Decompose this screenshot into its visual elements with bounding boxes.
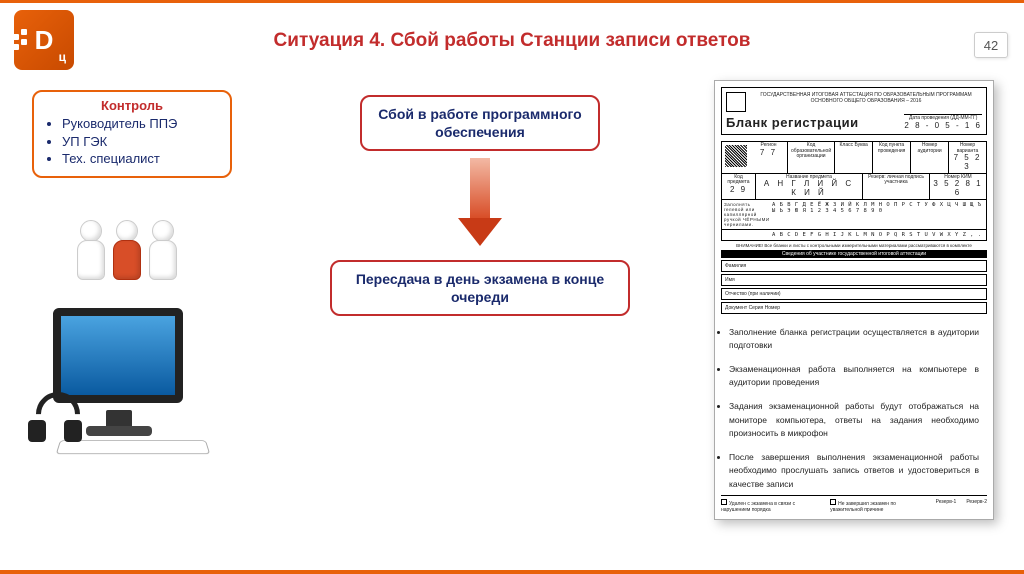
retake-box: Пересдача в день экзамена в конце очеред… bbox=[330, 260, 630, 316]
control-item: УП ГЭК bbox=[62, 133, 220, 151]
form-field: Имя bbox=[721, 274, 987, 286]
form-bullet: После завершения выполнения экзаменацион… bbox=[729, 451, 979, 492]
form-bullet: Задания экзаменационной работы будут ото… bbox=[729, 400, 979, 441]
control-list: Руководитель ППЭ УП ГЭК Тех. специалист bbox=[44, 115, 220, 168]
form-date-value: 2 8 - 0 5 - 1 6 bbox=[904, 121, 982, 130]
failure-box: Сбой в работе программного обеспечения bbox=[360, 95, 600, 151]
computer-illustration bbox=[28, 300, 213, 460]
slide-title: Ситуация 4. Сбой работы Станции записи о… bbox=[0, 30, 1024, 52]
control-title: Контроль bbox=[44, 98, 220, 113]
form-section: Сведения об участнике государственной ит… bbox=[721, 250, 987, 258]
form-marker-icon bbox=[726, 92, 746, 112]
form-row: Регион7 7 Код образовательной организаци… bbox=[721, 141, 987, 174]
bottom-border bbox=[0, 570, 1024, 574]
registration-form-image: ГОСУДАРСТВЕННАЯ ИТОГОВАЯ АТТЕСТАЦИЯ ПО О… bbox=[714, 80, 994, 520]
form-field: Документ Серия Номер bbox=[721, 302, 987, 314]
control-item: Тех. специалист bbox=[62, 150, 220, 168]
form-row: Код предмета2 9 Название предметаА Н Г Л… bbox=[721, 174, 987, 200]
form-field: Отчество (при наличии) bbox=[721, 288, 987, 300]
control-box: Контроль Руководитель ППЭ УП ГЭК Тех. сп… bbox=[32, 90, 232, 178]
people-illustration bbox=[52, 190, 202, 280]
arrow-down-icon bbox=[465, 158, 495, 246]
form-field: Фамилия bbox=[721, 260, 987, 272]
form-note: ВНИМАНИЕ! Все бланки и листы с контрольн… bbox=[721, 243, 987, 248]
form-bullets: Заполнение бланка регистрации осуществля… bbox=[729, 326, 979, 492]
form-title: Бланк регистрации bbox=[726, 115, 859, 130]
headset-icon bbox=[28, 390, 88, 450]
qr-icon bbox=[725, 145, 747, 167]
form-bullet: Экзаменационная работа выполняется на ко… bbox=[729, 363, 979, 390]
form-bullet: Заполнение бланка регистрации осуществля… bbox=[729, 326, 979, 353]
form-footer: Удален с экзамена в связи с нарушением п… bbox=[721, 495, 987, 513]
control-item: Руководитель ППЭ bbox=[62, 115, 220, 133]
form-org-line: ГОСУДАРСТВЕННАЯ ИТОГОВАЯ АТТЕСТАЦИЯ ПО О… bbox=[750, 92, 982, 104]
top-border bbox=[0, 0, 1024, 28]
logo-sub: ц bbox=[59, 50, 66, 64]
